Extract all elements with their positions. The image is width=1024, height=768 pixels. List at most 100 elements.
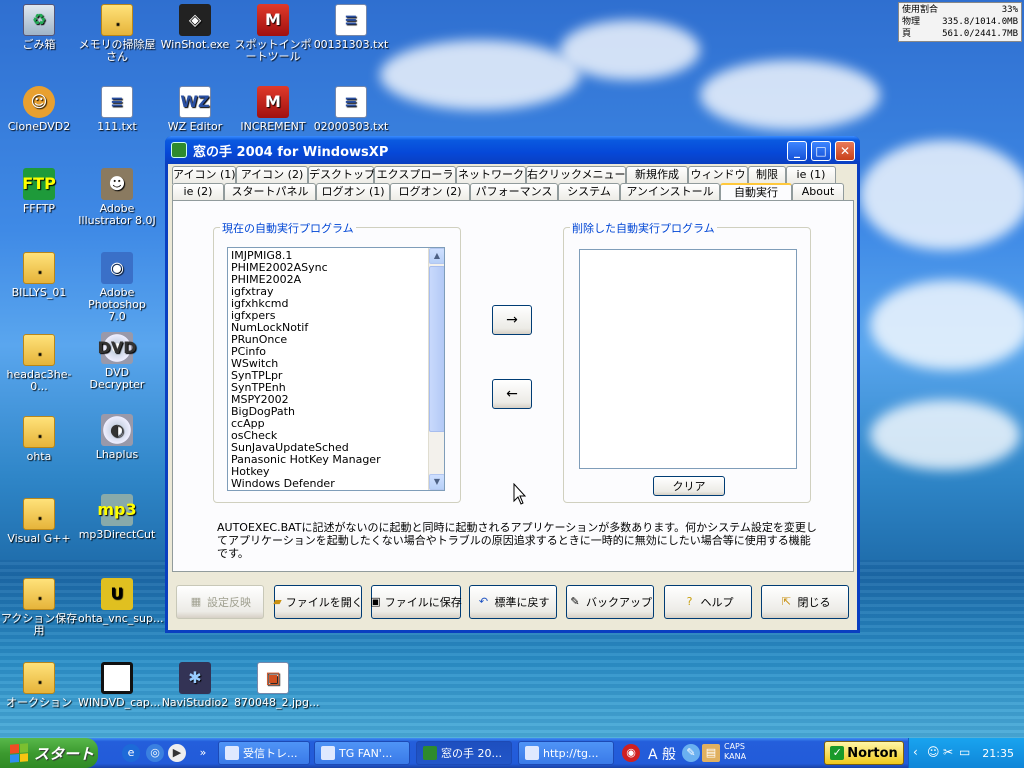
taskbar: スタート e ◎ ▶ » 受信トレ... TG FAN'... 窓の手 20..… [0, 738, 1024, 768]
tab-network[interactable]: ネットワーク [456, 166, 526, 184]
tab-logon-1[interactable]: ログオン (1) [316, 183, 390, 201]
scroll-up-arrow[interactable]: ▲ [429, 248, 444, 264]
desktop-icon-111-txt[interactable]: ≡ 111.txt [78, 86, 156, 133]
tray-cat-icon[interactable]: ☺ [927, 745, 940, 759]
help-bulb-icon: ? [686, 595, 693, 608]
desktop-icon-memory-cleaner[interactable]: . メモリの掃除屋さん [78, 4, 156, 63]
tab-autorun[interactable]: 自動実行 [720, 183, 792, 201]
removed-programs-label: 削除した自動実行プログラム [570, 220, 717, 236]
list-scrollbar[interactable]: ▲ ▼ [428, 248, 444, 490]
tab-logon-2[interactable]: ログオン (2) [390, 183, 470, 201]
desktop-icon-increment[interactable]: M INCREMENT [234, 86, 312, 133]
list-item[interactable]: Windows Defender [228, 478, 444, 490]
backup-icon: ✎ [570, 595, 580, 608]
desktop-icon-spot-import[interactable]: M スポットインポートツール [234, 4, 312, 63]
restore-default-button[interactable]: ↶ 標準に戻す [469, 585, 557, 619]
desktop-icon-ohta[interactable]: . ohta [0, 416, 78, 463]
desktop-icon-ffftp[interactable]: FTP FFFTP [0, 168, 78, 215]
desktop-icon-ohta-vnc[interactable]: U ohta_vnc_sup... [78, 578, 163, 625]
desktop-icon-lhaplus[interactable]: ◐ Lhaplus [78, 414, 156, 461]
help-button[interactable]: ? ヘルプ [664, 585, 752, 619]
save-file-button[interactable]: ▣ ファイルに保存 [370, 585, 462, 619]
browser-quicklaunch-icon[interactable]: ◎ [146, 744, 164, 762]
tab-ie-2[interactable]: ie (2) [172, 183, 224, 201]
ie-quicklaunch-icon[interactable]: e [122, 744, 140, 762]
tab-icon-2[interactable]: アイコン (2) [236, 166, 308, 184]
current-programs-items: IMJPMIG8.1 PHIME2002ASync PHIME2002A igfxtr… [228, 248, 444, 490]
dvd-icon: DVD [98, 332, 136, 364]
folder-icon: . [101, 4, 133, 36]
tab-start-panel[interactable]: スタートパネル [224, 183, 316, 201]
close-button[interactable]: ⇱ 閉じる [761, 585, 849, 619]
maximize-button[interactable]: □ [811, 141, 831, 161]
desktop-icon-headac3he[interactable]: . headac3he-0... [0, 334, 78, 393]
clear-button[interactable]: クリア [653, 476, 725, 496]
move-left-button[interactable]: ← [492, 379, 532, 409]
quicklaunch-more-icon[interactable]: » [194, 744, 212, 762]
current-programs-group: 現在の自動実行プログラム IMJPMIG8.1 PHIME2002ASync PHI… [213, 220, 461, 503]
ime-pad-icon[interactable]: ▤ [702, 744, 720, 762]
tab-window[interactable]: ウィンドウ [688, 166, 748, 184]
desktop-icon-auction[interactable]: . オークション [0, 662, 78, 709]
ime-tool-icon[interactable]: ✎ [682, 744, 700, 762]
tab-uninstall[interactable]: アンインストール [620, 183, 720, 201]
desktop-icon-photoshop[interactable]: ◉ Adobe Photoshop 7.0 [78, 252, 156, 323]
tab-new-create[interactable]: 新規作成 [626, 166, 688, 184]
close-window-button[interactable]: ✕ [835, 141, 855, 161]
norton-button[interactable]: ✓ Norton [824, 741, 904, 765]
m-app-icon: M [257, 86, 289, 118]
scroll-thumb[interactable] [429, 266, 444, 432]
tab-right-click-menu[interactable]: 右クリックメニュー [526, 166, 626, 184]
desktop-icon-jpg[interactable]: ▣ 870048_2.jpg... [234, 662, 320, 709]
desktop-icon-winshot[interactable]: ◈ WinShot.exe [156, 4, 234, 51]
tab-restrictions[interactable]: 制限 [748, 166, 786, 184]
desktop-icon-windvd-cap[interactable]: WINDVD_cap... [78, 662, 160, 709]
scroll-down-arrow[interactable]: ▼ [429, 474, 444, 490]
desktop-icon-navistudio[interactable]: ✱ NaviStudio2 [156, 662, 234, 709]
desktop-icon-recycle-bin[interactable]: ♻ ごみ箱 [0, 4, 78, 51]
task-inbox[interactable]: 受信トレ... [218, 741, 310, 765]
tab-system[interactable]: システム [558, 183, 620, 201]
move-right-button[interactable]: → [492, 305, 532, 335]
removed-programs-list[interactable] [579, 249, 797, 469]
desktop-icon-action-save[interactable]: . アクション保存用 [0, 578, 78, 637]
desktop-icon-02000303-txt[interactable]: ≡ 02000303.txt [312, 86, 390, 133]
desktop-icon-dvd-decrypter[interactable]: DVD DVD Decrypter [78, 332, 156, 391]
task-madonote[interactable]: 窓の手 20... [416, 741, 512, 765]
start-button[interactable]: スタート [0, 738, 98, 768]
desktop-icon-00131303-txt[interactable]: ≡ 00131303.txt [312, 4, 390, 51]
text-file-icon: ≡ [335, 86, 367, 118]
tab-desktop[interactable]: デスクトップ [308, 166, 375, 184]
tray-expand-icon[interactable]: ‹ [913, 745, 918, 759]
desktop-icon-mp3directcut[interactable]: mp3 mp3DirectCut [78, 494, 156, 541]
desktop-icon-billys[interactable]: . BILLYS_01 [0, 252, 78, 299]
tray-tool-icon[interactable]: ✂ [943, 745, 953, 759]
tray-network-icon[interactable]: ▭ [959, 745, 970, 759]
current-programs-list[interactable]: IMJPMIG8.1 PHIME2002ASync PHIME2002A igfxtr… [227, 247, 445, 491]
desktop-icon-visual-gpp[interactable]: . Visual G++ [0, 498, 78, 545]
madonote-window: 窓の手 2004 for WindowsXP _ □ ✕ アイコン (1) アイ… [165, 136, 860, 633]
desktop-icon-wz-editor[interactable]: WZ WZ Editor [156, 86, 234, 133]
clock[interactable]: 21:35 [982, 747, 1014, 760]
task-http[interactable]: http://tg... [518, 741, 614, 765]
tab-explorer[interactable]: エクスプローラ [374, 166, 456, 184]
task-tg-fan[interactable]: TG FAN'... [314, 741, 410, 765]
tab-performance[interactable]: パフォーマンス [470, 183, 558, 201]
removed-programs-group: 削除した自動実行プログラム クリア [563, 220, 811, 503]
backup-button[interactable]: ✎ バックアップ [566, 585, 654, 619]
media-quicklaunch-icon[interactable]: ▶ [168, 744, 186, 762]
mail-icon [225, 746, 239, 760]
ime-indicator[interactable]: A 般 [648, 744, 676, 764]
desktop-icon-clonedvd[interactable]: ☺ CloneDVD2 [0, 86, 78, 133]
window-titlebar[interactable]: 窓の手 2004 for WindowsXP _ □ ✕ [165, 136, 860, 164]
tab-ie-1[interactable]: ie (1) [786, 166, 836, 184]
tab-icon-1[interactable]: アイコン (1) [172, 166, 236, 184]
tab-about[interactable]: About [792, 183, 844, 201]
desktop-icon-illustrator[interactable]: ☻ Adobe Illustrator 8.0J [78, 168, 156, 227]
apply-settings-button[interactable]: ▦ 設定反映 [176, 585, 264, 619]
minimize-button[interactable]: _ [787, 141, 807, 161]
folder-icon: . [23, 416, 55, 448]
tray-app-icon[interactable]: ◉ [622, 744, 640, 762]
m-app-icon: M [257, 4, 289, 36]
open-file-button[interactable]: ▰ ファイルを開く [273, 585, 363, 619]
